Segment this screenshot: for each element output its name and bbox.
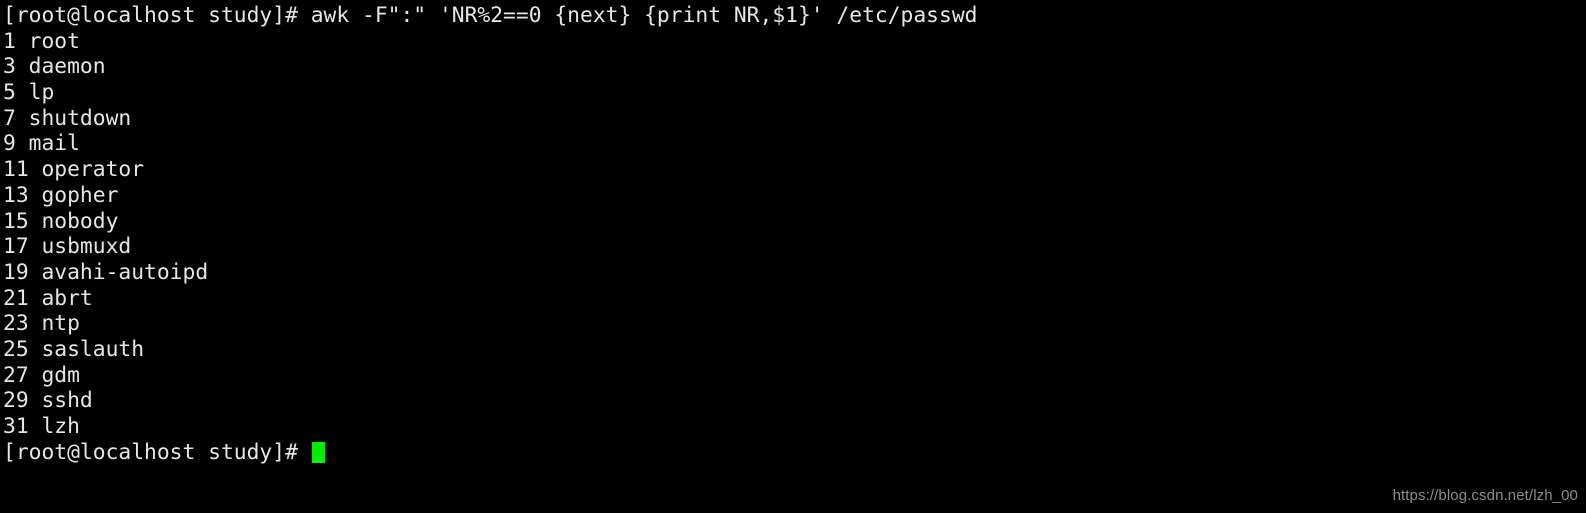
- output-line: 27 gdm: [3, 362, 80, 388]
- output-line: 11 operator: [3, 157, 145, 183]
- output-line: 13 gopher: [3, 182, 119, 208]
- command-output: 1 root 3 daemon 5 lp 7 shutdown 9 mail 11 ope…: [3, 29, 1586, 440]
- output-line: 21 abrt: [3, 285, 93, 311]
- output-line: 1 root: [3, 28, 80, 54]
- output-line: 19 avahi-autoipd: [3, 259, 209, 285]
- output-line: 29 sshd: [3, 388, 93, 414]
- output-line: 17 usbmuxd: [3, 234, 132, 260]
- output-line: 7 shutdown: [3, 105, 132, 131]
- awk-command-text[interactable]: awk -F":" 'NR%2==0 {next} {print NR,$1}'…: [311, 3, 978, 29]
- output-line: 23 ntp: [3, 311, 80, 337]
- output-line: 25 saslauth: [3, 336, 145, 362]
- output-line: 5 lp: [3, 80, 55, 106]
- shell-prompt: [root@localhost study]#: [3, 3, 311, 28]
- shell-prompt-final: [root@localhost study]#: [3, 439, 311, 465]
- output-line: 3 daemon: [3, 54, 106, 80]
- text-cursor: [311, 442, 325, 464]
- watermark-url: https://blog.csdn.net/lzh_00: [1392, 487, 1578, 504]
- output-line: 9 mail: [3, 131, 80, 157]
- terminal-window[interactable]: [root@localhost study]# awk -F":" 'NR%2=…: [0, 0, 1586, 513]
- final-prompt-line[interactable]: [root@localhost study]#: [3, 440, 1586, 466]
- output-line: 15 nobody: [3, 208, 119, 234]
- command-input-line[interactable]: [root@localhost study]# awk -F":" 'NR%2=…: [3, 3, 1586, 29]
- output-line: 31 lzh: [3, 414, 80, 439]
